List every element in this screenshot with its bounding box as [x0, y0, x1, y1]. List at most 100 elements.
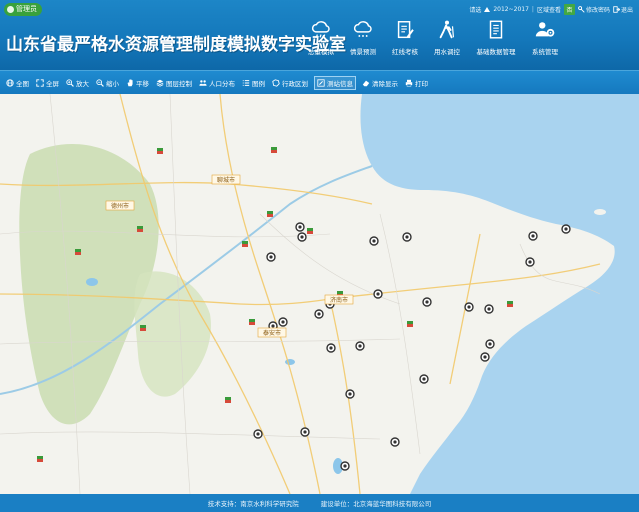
well-marker-icon[interactable] [225, 397, 231, 403]
station-marker-icon[interactable] [266, 252, 276, 262]
tool-admin-division[interactable]: 行政区划 [271, 78, 309, 88]
globe-icon [6, 78, 14, 87]
tool-label: 清除显示 [372, 79, 398, 88]
tool-layer-control[interactable]: 图层控制 [155, 78, 193, 88]
station-marker-icon[interactable] [390, 437, 400, 447]
nav-label: 用水调控 [434, 48, 460, 56]
tool-zoom-in[interactable]: 放大 [65, 78, 90, 88]
tool-full-map[interactable]: 全图 [5, 78, 30, 88]
exit-link[interactable]: 退出 [613, 5, 633, 14]
select-label: 请选 [469, 7, 482, 14]
document-list-icon [489, 20, 503, 39]
nav-label: 系统管理 [532, 48, 558, 56]
station-marker-icon[interactable] [525, 257, 535, 267]
well-marker-icon[interactable] [37, 456, 43, 462]
cloud-snow-icon [353, 21, 372, 37]
well-marker-icon[interactable] [507, 301, 513, 307]
document-pencil-icon [397, 21, 414, 39]
tool-print[interactable]: 打印 [404, 78, 429, 88]
nav-redline-assessment[interactable]: 红线考核 [384, 17, 426, 65]
layers-icon [156, 79, 164, 87]
station-marker-icon[interactable] [326, 343, 336, 353]
nav-total-simulation[interactable]: 总量模拟 [300, 17, 342, 65]
station-marker-icon[interactable] [485, 339, 495, 349]
station-marker-icon[interactable] [295, 222, 305, 232]
header: 管理员 山东省最严格水资源管理制度模拟数字实验室 请选 2012~2017 | … [0, 0, 639, 70]
station-marker-icon[interactable] [355, 341, 365, 351]
well-marker-icon[interactable] [249, 319, 255, 325]
zoom-out-icon [96, 78, 104, 87]
builder-text: 建设单位：北京海蓝华图科技有限公司 [320, 500, 432, 508]
station-marker-icon[interactable] [528, 231, 538, 241]
legend-icon [242, 79, 250, 86]
well-marker-icon[interactable] [157, 148, 163, 154]
well-marker-icon[interactable] [137, 226, 143, 232]
tool-label: 图层控制 [166, 79, 192, 88]
well-marker-icon[interactable] [407, 321, 413, 327]
tool-label: 全屏 [46, 79, 59, 88]
change-password-label: 修改密码 [585, 7, 610, 14]
nav-label: 红线考核 [392, 48, 418, 56]
nav-scenario-forecast[interactable]: 情景预测 [342, 17, 384, 65]
tool-fullscreen[interactable]: 全屏 [35, 78, 60, 88]
date-range[interactable]: 2012~2017 [493, 6, 529, 13]
tool-label: 放大 [76, 79, 89, 88]
tool-label: 人口分布 [209, 79, 235, 88]
station-marker-icon[interactable] [314, 309, 324, 319]
station-marker-icon[interactable] [422, 297, 432, 307]
map-canvas[interactable]: 聊城市济南市 德州市泰安市 [0, 94, 639, 494]
tool-label: 缩小 [106, 79, 119, 88]
tool-population[interactable]: 人口分布 [198, 78, 236, 88]
status-badge[interactable]: 否 [563, 4, 575, 15]
map-view[interactable]: 聊城市 济南市 德州市 泰安市 [0, 94, 639, 494]
station-marker-icon[interactable] [300, 427, 310, 437]
station-marker-icon[interactable] [253, 429, 263, 439]
nav-label: 总量模拟 [308, 48, 334, 56]
station-marker-icon[interactable] [402, 232, 412, 242]
footer: 技术支持：南京水利科学研究院 建设单位：北京海蓝华图科技有限公司 [0, 494, 639, 512]
station-marker-icon[interactable] [484, 304, 494, 314]
separator: | [531, 6, 534, 13]
station-marker-icon[interactable] [419, 374, 429, 384]
tool-clear-display[interactable]: 清除显示 [361, 78, 399, 88]
station-marker-icon[interactable] [561, 224, 571, 234]
tool-label: 全图 [16, 79, 29, 88]
lake [285, 359, 295, 365]
nav-water-regulation[interactable]: 用水调控 [426, 17, 468, 65]
tool-label: 行政区划 [282, 79, 308, 88]
triangle-icon[interactable] [484, 7, 491, 12]
nav-basic-data[interactable]: 基础数据管理 [468, 17, 524, 65]
tool-zoom-out[interactable]: 缩小 [95, 78, 120, 88]
well-marker-icon[interactable] [307, 228, 313, 234]
change-password-link[interactable]: 修改密码 [578, 5, 610, 14]
user-badge[interactable]: 管理员 [4, 3, 42, 16]
well-marker-icon[interactable] [271, 147, 277, 153]
boundary-icon [272, 78, 280, 87]
well-marker-icon[interactable] [242, 241, 248, 247]
status-bar: 请选 2012~2017 | 区域查看 否 修改密码 退出 [469, 4, 633, 15]
island [594, 209, 606, 215]
tool-station-info[interactable]: 测站信息 [314, 75, 356, 90]
city-label: 德州市 [111, 202, 129, 210]
user-icon [7, 6, 14, 13]
station-marker-icon[interactable] [297, 232, 307, 242]
station-marker-icon[interactable] [480, 352, 490, 362]
nav-label: 情景预测 [350, 48, 376, 56]
station-marker-icon[interactable] [373, 289, 383, 299]
well-marker-icon[interactable] [267, 211, 273, 217]
well-marker-icon[interactable] [140, 325, 146, 331]
station-icon [317, 78, 325, 87]
nav-system-management[interactable]: 系统管理 [524, 17, 566, 65]
tool-label: 图例 [252, 79, 265, 88]
region-view-label[interactable]: 区域查看 [537, 5, 561, 14]
station-marker-icon[interactable] [369, 236, 379, 246]
station-marker-icon[interactable] [464, 302, 474, 312]
user-gear-icon [535, 22, 555, 37]
station-marker-icon[interactable] [345, 389, 355, 399]
tool-legend[interactable]: 图例 [241, 78, 266, 88]
station-marker-icon[interactable] [278, 317, 288, 327]
well-marker-icon[interactable] [75, 249, 81, 255]
station-marker-icon[interactable] [340, 461, 350, 471]
island [460, 345, 476, 355]
tool-pan[interactable]: 平移 [125, 78, 150, 88]
